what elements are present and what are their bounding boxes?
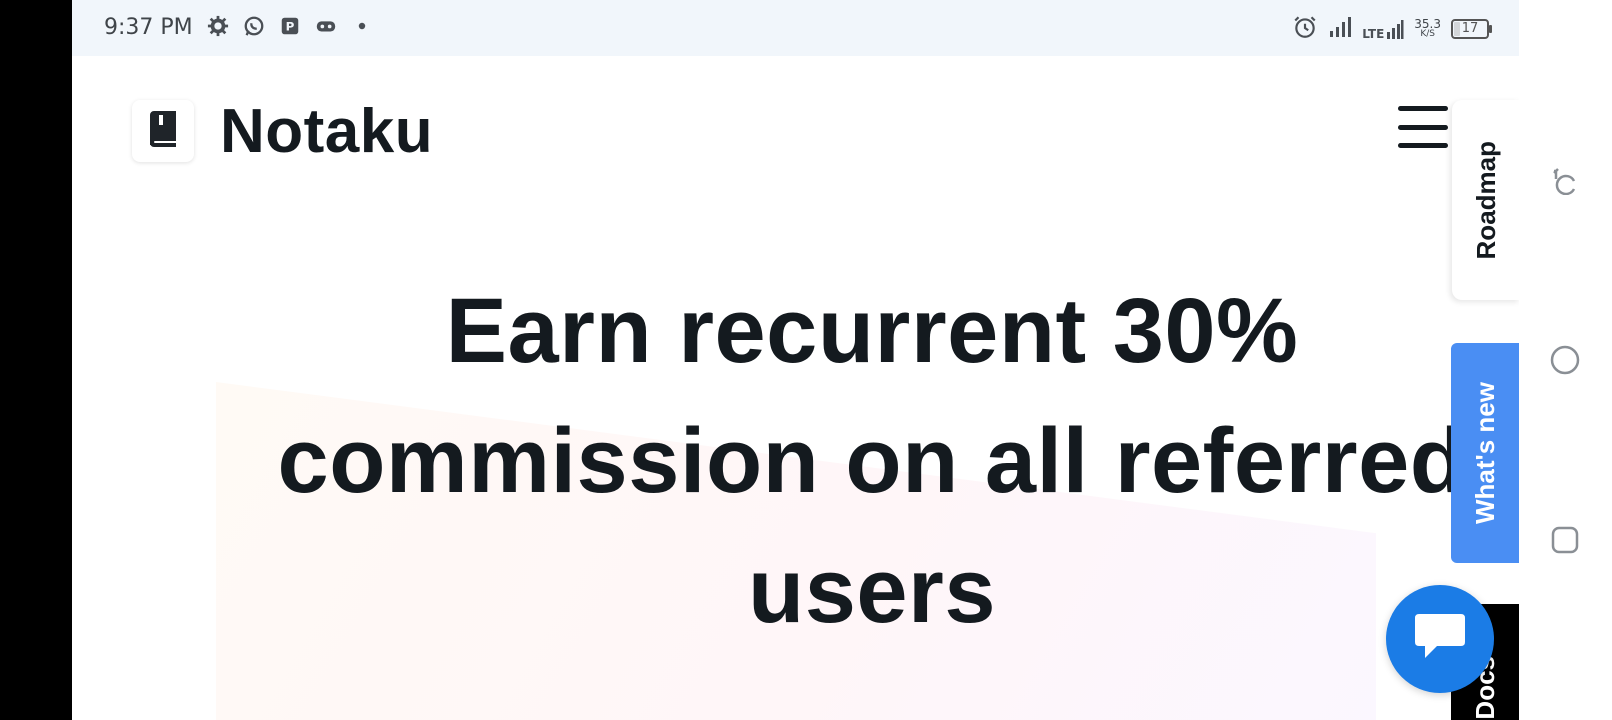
menu-line <box>1398 143 1448 148</box>
svg-text:P: P <box>286 20 295 34</box>
browser-viewport: 9:37 PM P LTE 35.3 K/S 17 Notaku Earn re… <box>72 0 1519 720</box>
network-speed: 35.3 K/S <box>1414 17 1441 39</box>
notification-dot-icon <box>350 14 374 38</box>
status-icons-left: P <box>206 14 374 38</box>
game-controller-icon <box>314 14 338 38</box>
brand-name[interactable]: Notaku <box>220 96 433 167</box>
home-icon[interactable] <box>1549 344 1581 376</box>
chat-button[interactable] <box>1386 585 1494 693</box>
settings-icon <box>206 14 230 38</box>
recents-icon[interactable] <box>1549 524 1581 556</box>
hero-title: Earn recurrent 30% commission on all ref… <box>277 280 1467 642</box>
alarm-icon <box>1292 14 1318 44</box>
signal-icon <box>1328 15 1352 43</box>
status-icons-right: LTE 35.3 K/S 17 <box>1292 14 1492 44</box>
lte-label: LTE <box>1362 27 1385 41</box>
status-time: 9:37 PM <box>104 15 193 40</box>
android-nav-bar <box>1519 0 1612 720</box>
menu-line <box>1398 106 1448 111</box>
back-icon[interactable] <box>1549 164 1581 196</box>
roadmap-tab[interactable]: Roadmap <box>1452 100 1519 300</box>
network-speed-value: 35.3 <box>1414 17 1441 31</box>
pinned-app-icon: P <box>278 14 302 38</box>
whats-new-tab-label: What's new <box>1470 382 1500 524</box>
network-speed-unit: K/S <box>1420 29 1435 39</box>
roadmap-tab-label: Roadmap <box>1470 140 1501 260</box>
hamburger-menu-icon[interactable] <box>1398 106 1448 148</box>
battery-icon: 17 <box>1451 19 1492 39</box>
status-bar: 9:37 PM P LTE 35.3 K/S 17 <box>72 0 1519 56</box>
battery-fill <box>1454 22 1460 36</box>
lte-signal-icon: LTE <box>1362 18 1404 40</box>
battery-level: 17 <box>1461 21 1479 36</box>
menu-line <box>1398 124 1448 130</box>
whats-new-tab[interactable]: What's new <box>1451 343 1519 563</box>
whatsapp-icon <box>242 14 266 38</box>
logo[interactable] <box>132 100 194 162</box>
chat-bubble-icon <box>1411 612 1469 667</box>
book-icon <box>146 110 180 152</box>
